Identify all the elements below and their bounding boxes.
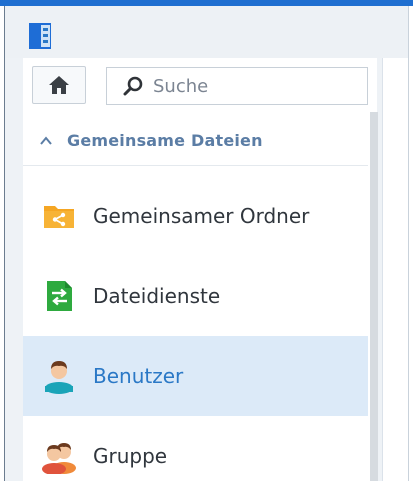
sidebar-item-label: Gemeinsamer Ordner <box>93 204 310 228</box>
sidebar-item-file-services[interactable]: Dateidienste <box>23 256 368 336</box>
sidebar: Gemeinsame Dateien Gemeinsamer Ordner <box>23 58 378 481</box>
section-header-label: Gemeinsame Dateien <box>67 131 263 150</box>
section-header-shared-files[interactable]: Gemeinsame Dateien <box>23 116 368 166</box>
group-icon <box>42 443 76 474</box>
user-icon <box>45 361 73 394</box>
content-pane <box>382 58 408 481</box>
sidebar-item-group[interactable]: Gruppe <box>23 416 368 496</box>
title-bar <box>5 6 408 58</box>
control-panel-app-icon <box>29 23 51 49</box>
search-icon <box>123 76 143 96</box>
sidebar-scrollbar[interactable] <box>370 112 378 481</box>
sidebar-item-shared-folder[interactable]: Gemeinsamer Ordner <box>23 176 368 256</box>
control-panel-window: Gemeinsame Dateien Gemeinsamer Ordner <box>4 6 409 481</box>
search-box[interactable] <box>106 67 368 105</box>
home-icon <box>49 76 69 94</box>
sidebar-item-label: Dateidienste <box>93 284 221 308</box>
sidebar-item-user[interactable]: Benutzer <box>23 336 368 416</box>
chevron-up-icon <box>40 135 52 145</box>
search-input[interactable] <box>151 70 355 102</box>
file-services-icon <box>47 281 72 311</box>
sidebar-item-label: Benutzer <box>93 364 184 388</box>
home-button[interactable] <box>32 66 86 104</box>
app-frame: Gemeinsame Dateien Gemeinsamer Ordner <box>0 0 413 481</box>
sidebar-item-list: Gemeinsamer Ordner Dateidienste Benutzer… <box>23 176 368 496</box>
shared-folder-icon <box>44 206 74 228</box>
sidebar-item-label: Gruppe <box>93 444 168 468</box>
